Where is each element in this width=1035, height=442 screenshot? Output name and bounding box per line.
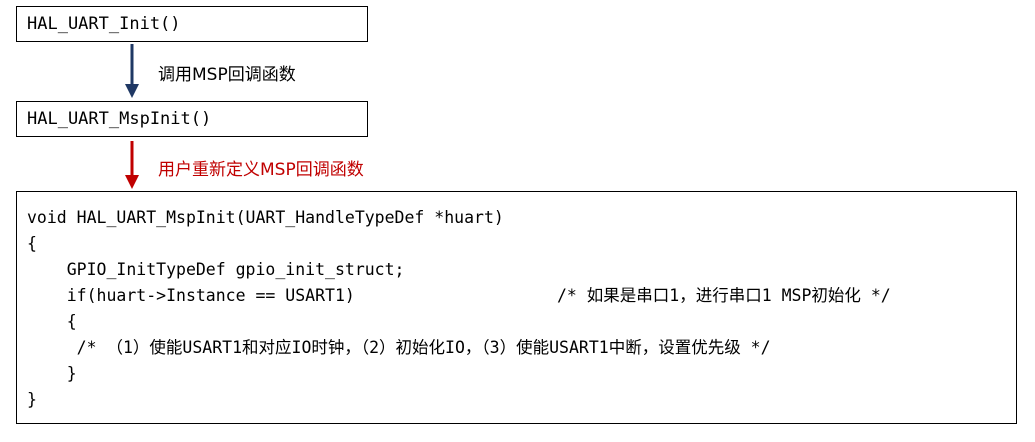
hal-uart-init-box: HAL_UART_Init() (16, 6, 368, 42)
code-line-3: GPIO_InitTypeDef gpio_init_struct; (27, 260, 405, 279)
code-line-5: { (27, 312, 77, 331)
hal-uart-mspinit-label: HAL_UART_MspInit() (27, 109, 212, 129)
hal-uart-mspinit-box: HAL_UART_MspInit() (16, 101, 368, 137)
call-msp-arrow (125, 44, 139, 98)
if-comment: /* 如果是串口1，进行串口1 MSP初始化 */ (557, 286, 891, 305)
code-block: void HAL_UART_MspInit(UART_HandleTypeDef… (16, 191, 1017, 424)
hal-uart-init-label: HAL_UART_Init() (27, 14, 181, 34)
code-line-4: if(huart->Instance == USART1) (27, 286, 355, 305)
code-line-8: } (27, 390, 37, 409)
code-line-6: /* （1）使能USART1和对应IO时钟，（2）初始化IO，（3）使能USAR… (27, 338, 771, 357)
user-redefine-arrow (125, 141, 139, 189)
code-line-2: { (27, 234, 37, 253)
code-line-7: } (27, 364, 77, 383)
code-line-1: void HAL_UART_MspInit(UART_HandleTypeDef… (27, 208, 504, 227)
user-redefine-label: 用户重新定义MSP回调函数 (158, 160, 364, 180)
call-msp-label: 调用MSP回调函数 (158, 65, 296, 85)
